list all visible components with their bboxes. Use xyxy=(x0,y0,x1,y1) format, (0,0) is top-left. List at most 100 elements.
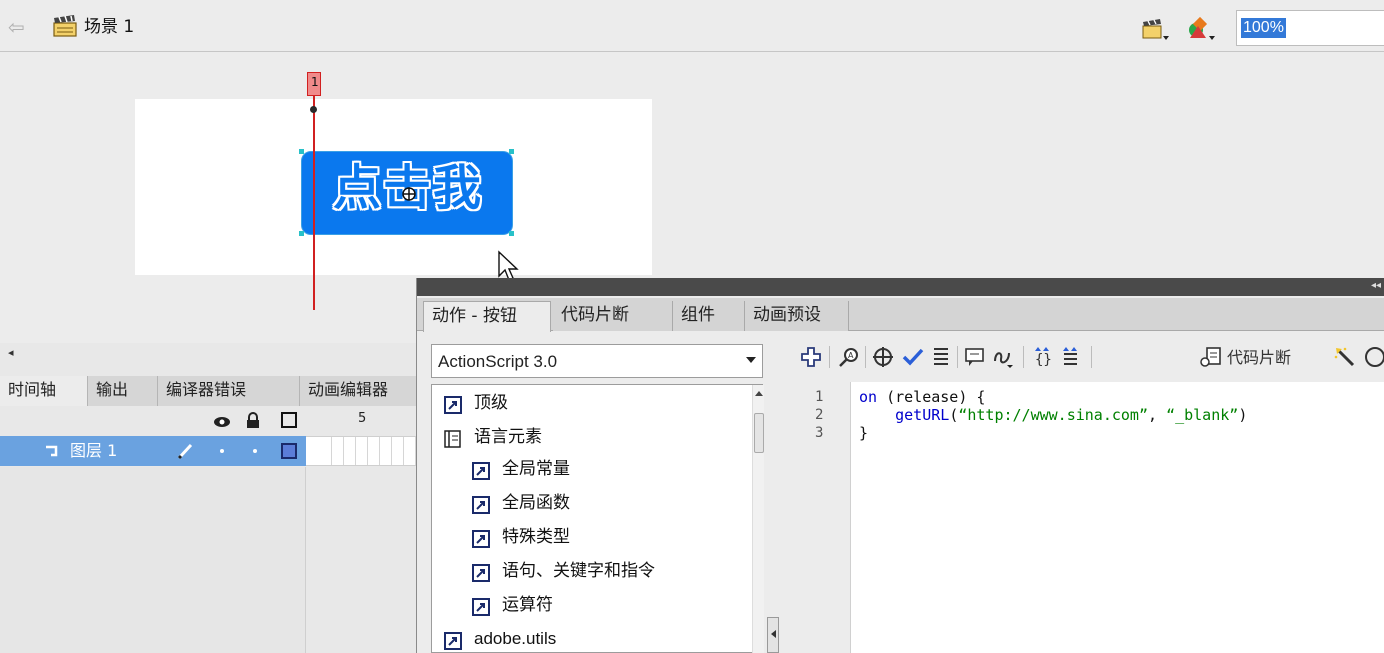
actions-panel: ◂◂ 动作 - 按钮 代码片断 组件 动画预设 ActionScript 3.0… xyxy=(416,278,1384,653)
zoom-value[interactable]: 100% xyxy=(1241,18,1286,38)
collapse-icon[interactable]: ◂◂ xyxy=(1371,280,1381,291)
collapse-between-braces-icon[interactable]: {} xyxy=(1031,345,1055,369)
tree-scrollbar[interactable] xyxy=(752,385,764,653)
frame-cell[interactable] xyxy=(392,437,404,465)
book-icon xyxy=(444,396,462,414)
svg-text:A: A xyxy=(848,351,854,360)
timeline-header: 5 xyxy=(0,407,418,435)
layer-row[interactable]: 图层 1 xyxy=(0,436,306,466)
toolbar-separator xyxy=(957,346,958,368)
line-number-gutter: 1 2 3 xyxy=(785,382,851,653)
book-icon xyxy=(472,598,490,616)
frame-cell[interactable] xyxy=(332,437,344,465)
script-editor[interactable]: 1 2 3 on (release) { getURL(“http://www.… xyxy=(785,382,1384,653)
layer-outline-color[interactable] xyxy=(281,443,297,459)
script-version-value: ActionScript 3.0 xyxy=(438,352,558,371)
line-number: 3 xyxy=(815,425,824,441)
collapse-left-pane-button[interactable] xyxy=(767,617,779,653)
book-icon xyxy=(472,462,490,480)
code-keyword: on xyxy=(859,388,878,406)
layers-area xyxy=(0,467,306,653)
stage-button-symbol[interactable]: 点击我 xyxy=(301,151,513,235)
frame-cell[interactable] xyxy=(404,437,416,465)
dropdown-arrow-icon[interactable] xyxy=(746,357,756,363)
tab-motion-presets[interactable]: 动画预设 xyxy=(745,301,849,331)
frame-cells[interactable] xyxy=(306,436,418,466)
selection-handle[interactable] xyxy=(299,231,304,236)
pane-splitter[interactable] xyxy=(767,344,781,653)
lock-dot[interactable] xyxy=(253,449,257,453)
code-line-2[interactable]: getURL(“http://www.sina.com”, “_blank”) xyxy=(859,406,1247,424)
selection-handle[interactable] xyxy=(509,231,514,236)
frame-cell[interactable] xyxy=(320,437,332,465)
keyframe-marker[interactable] xyxy=(310,106,317,113)
tab-actions-button[interactable]: 动作 - 按钮 xyxy=(423,301,551,332)
visibility-dot[interactable] xyxy=(220,449,224,453)
code-string: “_blank” xyxy=(1166,406,1239,424)
zoom-field[interactable]: 100% xyxy=(1236,10,1384,46)
add-statement-icon[interactable] xyxy=(799,345,823,369)
clapperboard-icon xyxy=(53,15,77,37)
playhead-line xyxy=(313,96,315,310)
tab-code-snippets[interactable]: 代码片断 xyxy=(553,301,673,331)
auto-format-icon[interactable] xyxy=(929,345,953,369)
line-number: 1 xyxy=(815,389,824,405)
frame-cell[interactable] xyxy=(356,437,368,465)
frame-cell[interactable] xyxy=(344,437,356,465)
registration-point-icon xyxy=(402,187,416,201)
code-string: “http://www.sina.com” xyxy=(958,406,1148,424)
tab-compiler-errors[interactable]: 编译器错误 xyxy=(158,376,300,406)
line-number: 2 xyxy=(815,407,824,423)
frame-number: 5 xyxy=(358,411,367,426)
frame-cell[interactable] xyxy=(368,437,380,465)
tree-item-label: 顶级 xyxy=(474,393,508,413)
scroll-up-icon[interactable] xyxy=(755,391,763,396)
book-icon xyxy=(444,632,462,650)
tab-timeline[interactable]: 时间轴 xyxy=(0,376,88,406)
scene-name: 场景 1 xyxy=(84,17,135,37)
check-syntax-icon[interactable] xyxy=(901,345,925,369)
insert-target-path-icon[interactable] xyxy=(871,345,895,369)
edit-symbols-icon[interactable] xyxy=(1186,16,1216,42)
scroll-left-icon[interactable]: ◂ xyxy=(8,346,14,359)
code-line-3[interactable]: } xyxy=(859,424,868,442)
tab-components[interactable]: 组件 xyxy=(673,301,745,331)
toolbar-separator xyxy=(1023,346,1024,368)
back-arrow-icon[interactable]: ⇦ xyxy=(8,16,30,38)
selection-handle[interactable] xyxy=(509,149,514,154)
toolbar-separator xyxy=(865,346,866,368)
find-icon[interactable]: A xyxy=(837,345,861,369)
layer-name[interactable]: 图层 1 xyxy=(70,440,117,462)
eye-icon[interactable] xyxy=(212,413,232,429)
actions-toolbox-tree: 顶级 语言元素 全局常量 全局函数 特殊类型 语句、关键字和指令 运算符 ado… xyxy=(431,384,764,653)
tab-output[interactable]: 输出 xyxy=(88,376,158,406)
code-snippets-icon[interactable] xyxy=(1199,345,1223,369)
open-book-icon xyxy=(444,430,461,448)
outline-icon[interactable] xyxy=(281,412,297,428)
frame-cell[interactable] xyxy=(380,437,392,465)
help-icon[interactable] xyxy=(1363,345,1384,369)
timeline-tab-bar: 时间轴 输出 编译器错误 动画编辑器 xyxy=(0,376,418,406)
arrow-left-icon xyxy=(771,630,776,638)
show-code-hint-icon[interactable] xyxy=(963,345,987,369)
playhead[interactable]: 1 xyxy=(307,72,321,96)
debug-options-icon[interactable] xyxy=(991,345,1015,369)
edit-scene-icon[interactable] xyxy=(1140,16,1170,42)
script-version-select[interactable]: ActionScript 3.0 xyxy=(431,344,763,378)
selection-handle[interactable] xyxy=(299,149,304,154)
code-line-1[interactable]: on (release) { xyxy=(859,388,985,406)
actions-toolbar: A {} 代码片断 xyxy=(795,338,1384,378)
lock-icon[interactable] xyxy=(246,412,260,429)
code-snippets-label[interactable]: 代码片断 xyxy=(1227,347,1291,369)
tab-motion-editor[interactable]: 动画编辑器 xyxy=(300,376,418,406)
scroll-thumb[interactable] xyxy=(754,413,764,453)
script-assist-wand-icon[interactable] xyxy=(1333,345,1357,369)
collapse-selection-icon[interactable] xyxy=(1059,345,1083,369)
book-icon xyxy=(472,530,490,548)
toolbar-separator xyxy=(1091,346,1092,368)
code-separator: , xyxy=(1148,406,1167,424)
svg-text:{}: {} xyxy=(1035,352,1052,368)
frame-ruler[interactable]: 5 xyxy=(306,407,418,435)
panel-title-bar[interactable]: ◂◂ xyxy=(417,278,1384,296)
stage-canvas[interactable]: 点击我 xyxy=(135,99,652,275)
